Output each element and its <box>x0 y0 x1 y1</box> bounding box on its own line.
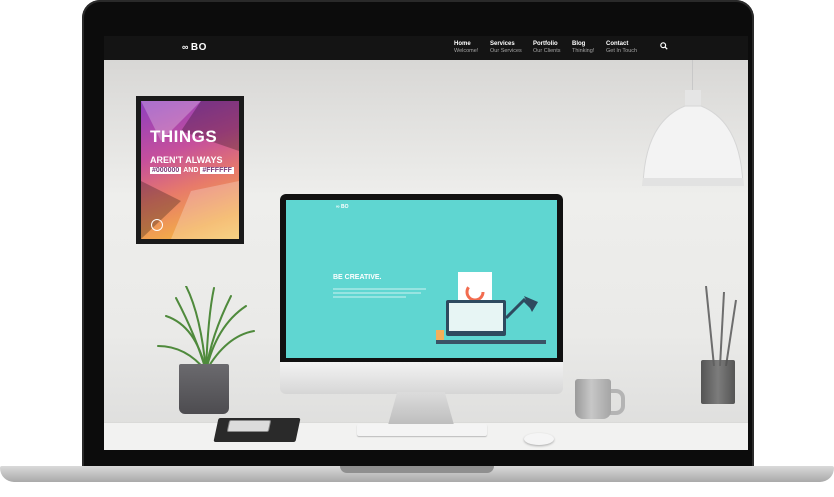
pendant-lamp <box>642 90 744 186</box>
pens <box>705 286 737 366</box>
nav-item-subtitle: Our Clients <box>533 48 561 54</box>
coffee-mug <box>575 379 611 419</box>
nav-item-title: Portfolio <box>533 41 558 47</box>
nav-item-subtitle: Our Services <box>490 48 522 54</box>
nav-item-title: Blog <box>572 41 586 47</box>
nav-item-subtitle: Get In Touch <box>606 48 638 54</box>
nav-item-home[interactable]: Home Welcome! <box>454 41 478 55</box>
nav-item-subtitle: Thinking! <box>572 48 595 54</box>
nav-item-title: Home <box>454 41 471 47</box>
apple-logo-icon <box>415 368 427 382</box>
imac-illustration <box>333 272 546 344</box>
laptop-notch <box>340 466 494 473</box>
poster-code-white: #FFFFFF <box>200 167 234 174</box>
mouse <box>524 433 554 445</box>
poster-subtitle: AREN'T ALWAYS <box>150 155 223 165</box>
lamp-cord <box>692 60 693 90</box>
plant-pot <box>179 364 229 414</box>
nav-item-blog[interactable]: Blog Thinking! <box>572 41 594 55</box>
poster-title: THINGS <box>150 127 218 146</box>
potted-plant <box>157 286 255 371</box>
nav-item-portfolio[interactable]: Portfolio Our Clients <box>533 41 561 55</box>
top-navbar: ∞ BO Home Welcome! Services Our Services … <box>104 36 748 60</box>
nav-item-title: Services <box>490 41 515 47</box>
imac-stand <box>388 392 454 425</box>
laptop-screen: ∞ BO Home Welcome! Services Our Services … <box>104 36 748 450</box>
nav-item-subtitle: Welcome! <box>454 48 479 54</box>
poster-badge-icon <box>151 219 163 231</box>
poster-artwork: THINGS AREN'T ALWAYS #000000 AND #FFFFFF <box>141 101 239 239</box>
logo-text: BO <box>190 42 207 53</box>
keyboard <box>357 424 487 436</box>
poster-and: AND <box>183 167 199 174</box>
wall-poster: THINGS AREN'T ALWAYS #000000 AND #FFFFFF <box>136 96 244 244</box>
poster-code-black: #000000 <box>150 167 182 174</box>
imac-display: ∞ BO BE CREATIVE. <box>286 200 557 358</box>
nav-item-services[interactable]: Services Our Services <box>490 41 522 55</box>
pen-holder <box>701 360 735 404</box>
site-logo[interactable]: ∞ BO <box>182 42 207 53</box>
poster-codes: #000000 AND #FFFFFF <box>150 167 234 174</box>
nav-item-contact[interactable]: Contact Get In Touch <box>606 41 637 55</box>
search-icon[interactable] <box>660 42 669 51</box>
nav-item-title: Contact <box>606 41 629 47</box>
smartphone <box>226 420 272 432</box>
logo-icon: ∞ <box>182 42 189 52</box>
